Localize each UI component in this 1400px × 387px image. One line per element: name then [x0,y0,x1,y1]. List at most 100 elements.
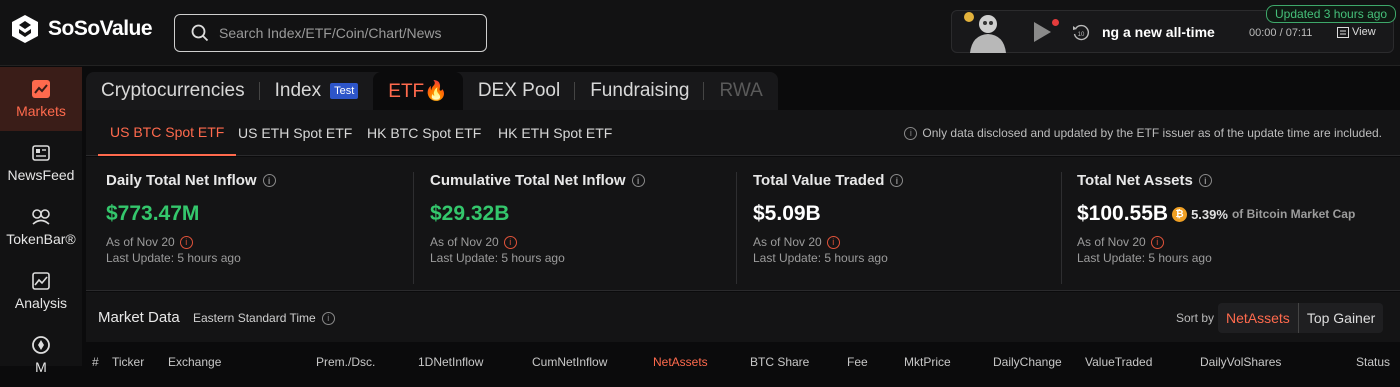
stat-label: Daily Total Net Inflow [106,172,257,189]
stat-value: $100.55B [1077,202,1169,225]
sidebar-item-more[interactable]: M [0,323,82,387]
stat-value: $29.32B [430,202,510,225]
bitcoin-icon: ₿ [1172,206,1188,222]
sidebar-item-tokenbar[interactable]: TokenBar® [0,195,82,259]
tab-label: Index [274,80,322,101]
tab-index[interactable]: Index Test [260,72,374,110]
info-icon[interactable]: i [262,174,276,187]
btc-market-cap-note: of Bitcoin Market Cap [1231,207,1356,221]
stat-label: Total Net Assets [1077,172,1193,189]
divider [1061,172,1062,284]
subtab-hk-eth-spot-etf[interactable]: HK ETH Spot ETF [498,110,612,156]
subtab-us-eth-spot-etf[interactable]: US ETH Spot ETF [238,110,352,156]
sidebar: Markets NewsFeed TokenBar® Analysis M [0,67,82,375]
player-title: ng a new all-time [1102,24,1215,40]
etf-subtabs: US BTC Spot ETF US ETH Spot ETF HK BTC S… [86,110,1400,156]
robot-avatar-icon [964,12,1006,53]
view-icon [1337,26,1349,38]
sort-net-assets-button[interactable]: NetAssets [1218,303,1299,333]
subtab-label: HK ETH Spot ETF [498,125,613,141]
tab-rwa[interactable]: RWA [704,72,777,110]
sidebar-item-label: Analysis [14,295,68,311]
search-icon [191,24,209,42]
tab-label: ETF🔥 [388,81,448,102]
sidebar-item-newsfeed[interactable]: NewsFeed [0,131,82,195]
stat-last-update: Last Update: 5 hours ago [430,251,565,265]
sidebar-item-label: Markets [16,103,66,119]
rewind-10-icon[interactable]: 10 [1072,24,1090,42]
subtab-us-btc-spot-etf[interactable]: US BTC Spot ETF [98,110,237,156]
timezone-text: Eastern Standard Time [193,311,316,325]
column-header[interactable]: BTC Share [750,355,809,369]
sidebar-item-analysis[interactable]: Analysis [0,259,82,323]
info-icon[interactable]: i [890,174,904,187]
analysis-icon [31,271,51,291]
tab-dex-pool[interactable]: DEX Pool [463,72,576,110]
search-input[interactable]: Search Index/ETF/Coin/Chart/News [174,14,487,52]
stat-label: Cumulative Total Net Inflow [430,172,626,189]
updated-badge: Updated 3 hours ago [1266,5,1397,23]
stat-daily-net-inflow: Daily Total Net Inflow i $773.47M As of N… [106,172,406,265]
play-icon[interactable] [1032,21,1052,43]
category-tabs: Cryptocurrencies Index Test ETF🔥 DEX Pool… [86,72,778,110]
market-data-title: Market Data [98,309,180,326]
test-badge: Test [330,83,359,99]
column-header[interactable]: Fee [847,355,868,369]
info-icon[interactable]: i [321,311,335,325]
divider [736,172,737,284]
column-header[interactable]: Prem./Dsc. [316,355,375,369]
stat-cumulative-net-inflow: Cumulative Total Net Inflow i $29.32B As … [430,172,730,265]
tab-label: Fundraising [590,80,690,101]
column-header[interactable]: 1DNetInflow [418,355,483,369]
sidebar-item-markets[interactable]: Markets [0,67,82,131]
tab-fundraising[interactable]: Fundraising [575,72,705,110]
subtab-label: HK BTC Spot ETF [367,125,482,141]
brand-name: SoSoValue [48,17,153,40]
stat-as-of: As of Nov 20 [430,235,499,249]
stat-value: $773.47M [106,202,200,225]
sort-top-gainer-button[interactable]: Top Gainer [1299,303,1383,333]
column-header[interactable]: ValueTraded [1085,355,1152,369]
svg-text:10: 10 [1078,32,1085,38]
etf-stats: Daily Total Net Inflow i $773.47M As of N… [86,157,1400,291]
stat-last-update: Last Update: 5 hours ago [106,251,241,265]
stat-as-of: As of Nov 20 [1077,235,1146,249]
stat-total-value-traded: Total Value Traded i $5.09B As of Nov 20 i… [753,172,1053,265]
subtab-label: US BTC Spot ETF [110,124,225,140]
info-icon[interactable]: i [1198,174,1212,187]
stat-label: Total Value Traded [753,172,885,189]
info-icon: i [904,126,918,140]
column-header[interactable]: DailyVolShares [1200,355,1281,369]
column-header[interactable]: DailyChange [993,355,1062,369]
timezone-label: Eastern Standard Time i [193,311,335,325]
info-icon[interactable]: i [1150,235,1164,249]
logo-icon [12,15,38,43]
stat-as-of: As of Nov 20 [106,235,175,249]
newspaper-icon [31,143,51,163]
info-icon[interactable]: i [503,235,517,249]
column-header[interactable]: NetAssets [653,355,708,369]
info-icon[interactable]: i [631,174,645,187]
divider [413,172,414,284]
compass-icon [31,335,51,355]
column-header[interactable]: CumNetInflow [532,355,607,369]
tab-label: DEX Pool [477,80,561,101]
info-icon[interactable]: i [826,235,840,249]
column-header[interactable]: Status [1356,355,1390,369]
sidebar-item-label: NewsFeed [7,167,75,183]
view-label: View [1352,26,1376,38]
btc-market-cap-pct: 5.39% [1191,206,1228,222]
column-header[interactable]: MktPrice [904,355,951,369]
column-header[interactable]: Ticker [112,355,144,369]
info-icon[interactable]: i [179,235,193,249]
view-button[interactable]: View [1337,26,1376,38]
subtab-hk-btc-spot-etf[interactable]: HK BTC Spot ETF [367,110,481,156]
stat-last-update: Last Update: 5 hours ago [1077,251,1212,265]
tab-etf[interactable]: ETF🔥 [373,72,463,110]
tab-cryptocurrencies[interactable]: Cryptocurrencies [86,72,260,110]
chart-trend-icon [31,79,51,99]
logo[interactable]: SoSoValue [10,14,153,44]
notice-text: Only data disclosed and updated by the E… [922,126,1382,140]
tab-label: Cryptocurrencies [101,80,245,101]
column-header[interactable]: Exchange [168,355,221,369]
